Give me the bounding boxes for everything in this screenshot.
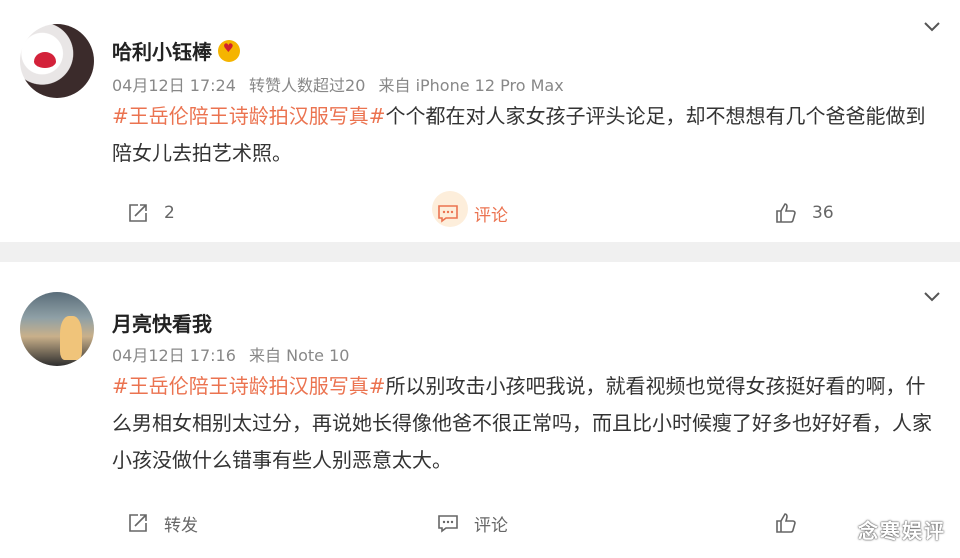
- repost-button[interactable]: 转发: [126, 506, 198, 540]
- username-text[interactable]: 月亮快看我: [112, 312, 212, 336]
- username[interactable]: 哈利小钰棒: [112, 36, 240, 65]
- chevron-down-icon[interactable]: [922, 16, 942, 36]
- share-button[interactable]: 2: [126, 196, 175, 230]
- chevron-down-icon[interactable]: [922, 286, 942, 306]
- comment-button[interactable]: 评论: [436, 196, 508, 230]
- post-meta: 04月12日 17:24 转赞人数超过20 来自 iPhone 12 Pro M…: [112, 72, 572, 96]
- post-source: 来自 Note 10: [249, 346, 350, 365]
- share-icon: [129, 204, 147, 222]
- username-text[interactable]: 哈利小钰棒: [112, 40, 212, 64]
- repost-label: 转发: [164, 515, 198, 536]
- lips-image: [34, 52, 56, 68]
- comment-label: 评论: [474, 205, 508, 226]
- post-source: 来自 iPhone 12 Pro Max: [378, 76, 564, 95]
- like-icon: [776, 513, 796, 533]
- share-count: 2: [164, 203, 175, 223]
- comment-card: 月亮快看我 04月12日 17:16 来自 Note 10 #王岳伦陪王诗龄拍汉…: [0, 262, 960, 558]
- comment-icon: [438, 515, 458, 533]
- post-meta: 04月12日 17:16 来自 Note 10: [112, 342, 357, 366]
- like-count: 36: [812, 203, 834, 223]
- comment-label: 评论: [474, 515, 508, 536]
- comment-icon: [438, 205, 458, 223]
- post-body: #王岳伦陪王诗龄拍汉服写真#所以别攻击小孩吧我说，就看视频也觉得女孩挺好看的啊，…: [112, 368, 938, 479]
- vip-badge-icon: [218, 40, 240, 62]
- weibo-comment-feed: 哈利小钰棒 04月12日 17:24 转赞人数超过20 来自 iPhone 12…: [0, 0, 960, 558]
- like-button[interactable]: [774, 506, 812, 540]
- like-icon: [776, 203, 796, 223]
- like-button[interactable]: 36: [774, 196, 834, 230]
- avatar[interactable]: [20, 292, 94, 366]
- post-date: 04月12日 17:24: [112, 76, 236, 95]
- post-body: #王岳伦陪王诗龄拍汉服写真#个个都在对人家女孩子评头论足，却不想想有几个爸爸能做…: [112, 98, 938, 172]
- comment-button[interactable]: 评论: [436, 506, 508, 540]
- share-icon: [129, 514, 147, 532]
- username[interactable]: 月亮快看我: [112, 308, 212, 337]
- action-bar: 2 评论 36: [0, 191, 960, 230]
- action-bar: 转发 评论: [0, 506, 960, 540]
- avatar[interactable]: [20, 24, 94, 98]
- hashtag-link[interactable]: #王岳伦陪王诗龄拍汉服写真#: [112, 374, 386, 398]
- comment-card: 哈利小钰棒 04月12日 17:24 转赞人数超过20 来自 iPhone 12…: [0, 0, 960, 242]
- post-extra: 转赞人数超过20: [249, 76, 366, 95]
- hashtag-link[interactable]: #王岳伦陪王诗龄拍汉服写真#: [112, 104, 386, 128]
- post-date: 04月12日 17:16: [112, 346, 236, 365]
- figure-image: [60, 316, 82, 360]
- watermark: 念寒娱评: [858, 519, 946, 543]
